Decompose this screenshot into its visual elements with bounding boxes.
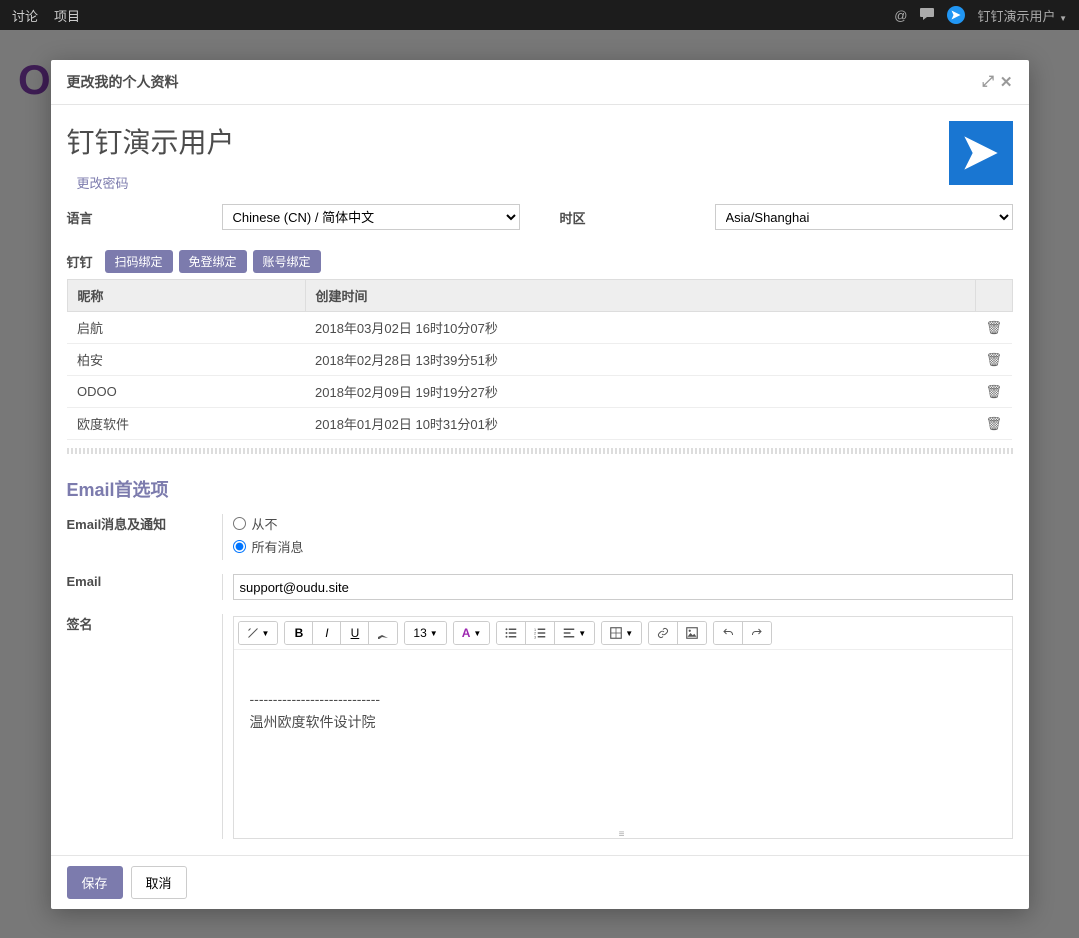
- avatar[interactable]: [949, 121, 1013, 185]
- underline-button[interactable]: U: [341, 622, 369, 644]
- email-label: Email: [67, 574, 222, 589]
- language-select[interactable]: Chinese (CN) / 简体中文: [222, 204, 520, 230]
- expand-icon[interactable]: ⤢: [982, 73, 994, 91]
- modal-title: 更改我的个人资料: [67, 72, 179, 92]
- at-icon[interactable]: @: [894, 8, 907, 23]
- bind-account-button[interactable]: 账号绑定: [253, 250, 321, 273]
- ul-button[interactable]: [497, 622, 526, 644]
- notify-never-label: 从不: [252, 514, 278, 533]
- col-created: 创建时间: [305, 280, 975, 312]
- table-row: ODOO2018年02月09日 19时19分27秒🗑: [67, 376, 1012, 408]
- nav-item-discuss[interactable]: 讨论: [12, 6, 38, 25]
- fontsize-button[interactable]: 13 ▼: [405, 622, 445, 644]
- cell-created: 2018年03月02日 16时10分07秒: [305, 312, 975, 344]
- modal-header: 更改我的个人资料 ⤢ ✕: [51, 60, 1029, 105]
- top-navbar: 讨论 项目 @ 钉钉演示用户 ▼: [0, 0, 1079, 30]
- forecolor-button[interactable]: A ▼: [454, 622, 490, 644]
- table-row: 柏安2018年02月28日 13时39分51秒🗑: [67, 344, 1012, 376]
- cancel-button[interactable]: 取消: [131, 866, 187, 899]
- save-button[interactable]: 保存: [67, 866, 123, 899]
- table-button[interactable]: ▼: [602, 622, 641, 644]
- nav-item-project[interactable]: 项目: [54, 6, 80, 25]
- bold-button[interactable]: B: [285, 622, 313, 644]
- cell-nickname: 启航: [67, 312, 305, 344]
- italic-button[interactable]: I: [313, 622, 341, 644]
- user-menu[interactable]: 钉钉演示用户 ▼: [977, 6, 1067, 25]
- redo-button[interactable]: [743, 622, 771, 644]
- image-button[interactable]: [678, 622, 706, 644]
- notify-all-radio[interactable]: [233, 540, 246, 553]
- delete-row-icon[interactable]: 🗑: [975, 312, 1012, 344]
- signature-content[interactable]: ---------------------------- 温州欧度软件设计院: [234, 650, 1012, 830]
- cell-nickname: 欧度软件: [67, 408, 305, 440]
- table-row: 启航2018年03月02日 16时10分07秒🗑: [67, 312, 1012, 344]
- email-field[interactable]: [233, 574, 1013, 600]
- link-button[interactable]: [649, 622, 678, 644]
- bind-scan-button[interactable]: 扫码绑定: [105, 250, 173, 273]
- signature-label: 签名: [67, 614, 222, 633]
- table-divider: [67, 448, 1013, 454]
- language-label: 语言: [67, 208, 222, 227]
- svg-text:3: 3: [534, 635, 536, 639]
- cell-nickname: 柏安: [67, 344, 305, 376]
- change-password-link[interactable]: 更改密码: [67, 173, 235, 192]
- delete-row-icon[interactable]: 🗑: [975, 408, 1012, 440]
- bind-nologin-button[interactable]: 免登绑定: [179, 250, 247, 273]
- signature-editor: ▼ B I U: [233, 616, 1013, 839]
- cell-created: 2018年02月09日 19时19分27秒: [305, 376, 975, 408]
- profile-modal: 更改我的个人资料 ⤢ ✕ 钉钉演示用户 更改密码 语言 Chinese (CN)…: [51, 60, 1029, 909]
- email-prefs-title: Email首选项: [67, 476, 1013, 502]
- notify-label: Email消息及通知: [67, 514, 222, 533]
- close-icon[interactable]: ✕: [1000, 73, 1013, 91]
- col-nickname: 昵称: [67, 280, 305, 312]
- ol-button[interactable]: 123: [526, 622, 555, 644]
- editor-toolbar: ▼ B I U: [234, 617, 1012, 650]
- align-button[interactable]: ▼: [555, 622, 594, 644]
- delete-row-icon[interactable]: 🗑: [975, 376, 1012, 408]
- page-title: 钉钉演示用户: [67, 121, 235, 161]
- table-row: 欧度软件2018年01月02日 10时31分01秒🗑: [67, 408, 1012, 440]
- cell-nickname: ODOO: [67, 376, 305, 408]
- editor-resizer[interactable]: ≡: [234, 830, 1012, 838]
- cell-created: 2018年02月28日 13时39分51秒: [305, 344, 975, 376]
- cell-created: 2018年01月02日 10时31分01秒: [305, 408, 975, 440]
- dingtalk-label: 钉钉: [67, 252, 93, 271]
- timezone-label: 时区: [560, 208, 715, 227]
- user-avatar-icon: [947, 6, 965, 24]
- bindings-table: 昵称 创建时间 启航2018年03月02日 16时10分07秒🗑柏安2018年0…: [67, 279, 1013, 440]
- clear-format-button[interactable]: [369, 622, 397, 644]
- notify-all-label: 所有消息: [252, 537, 304, 556]
- timezone-select[interactable]: Asia/Shanghai: [715, 204, 1013, 230]
- undo-button[interactable]: [714, 622, 743, 644]
- style-button[interactable]: ▼: [239, 622, 278, 644]
- notify-never-radio[interactable]: [233, 517, 246, 530]
- chat-icon[interactable]: [919, 7, 935, 24]
- delete-row-icon[interactable]: 🗑: [975, 344, 1012, 376]
